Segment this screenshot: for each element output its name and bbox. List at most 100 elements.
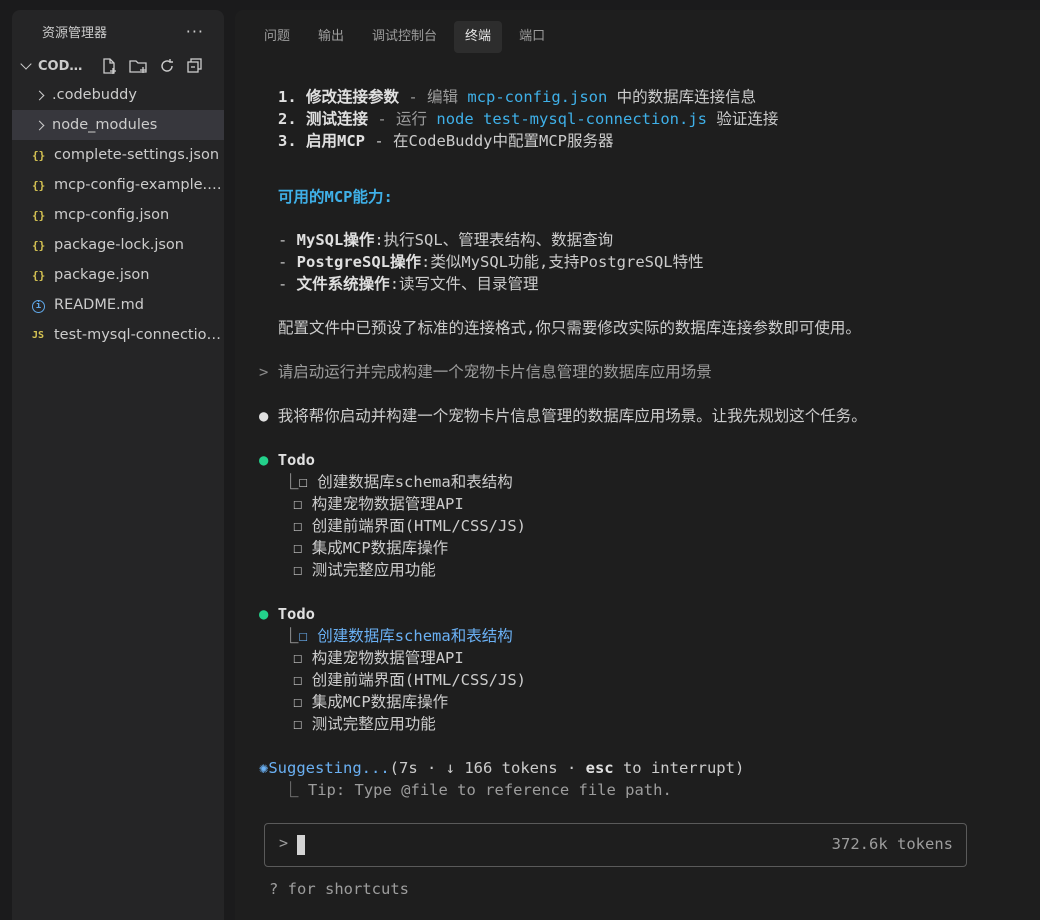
tab-debug-console[interactable]: 调试控制台 — [361, 21, 448, 53]
tree-item-label: mcp-config-example.json — [54, 177, 224, 193]
step-title: 修改连接参数 — [306, 88, 400, 106]
step-sep: - 编辑 — [399, 88, 468, 106]
suggesting-line: ✺Suggesting...(7s · ↓ 166 tokens · esc t… — [259, 757, 744, 779]
capabilities-heading: 可用的MCP能力: — [278, 188, 393, 206]
json-file-icon: {} — [32, 208, 46, 222]
todo-text: 创建前端界面(HTML/CSS/JS) — [311, 517, 527, 535]
workspace-folder[interactable]: CODE... — [12, 52, 224, 80]
step-number: 3. — [278, 132, 297, 150]
capability-name: MySQL操作 — [296, 231, 375, 249]
tree-item-test-mysql-connection[interactable]: JS test-mysql-connection.js — [12, 320, 224, 350]
step-rest: 中的数据库连接信息 — [607, 88, 757, 106]
todo-item: ☐ 测试完整应用功能 — [293, 713, 436, 735]
tab-ports[interactable]: 端口 — [508, 21, 556, 53]
tab-problems[interactable]: 问题 — [253, 21, 301, 53]
status-dot-icon: ● — [259, 451, 269, 469]
todo-item: ☐ 构建宠物数据管理API — [293, 647, 464, 669]
assistant-line: ● 我将帮你启动并构建一个宠物卡片信息管理的数据库应用场景。让我先规划这个任务。 — [259, 405, 867, 427]
explorer-header: 资源管理器 ··· — [12, 10, 224, 52]
tree-item-label: node_modules — [52, 117, 158, 133]
tab-terminal[interactable]: 终端 — [454, 21, 503, 53]
todo-text: 测试完整应用功能 — [311, 715, 436, 733]
step-code: mcp-config.json — [467, 88, 608, 106]
bottom-panel: 问题 输出 调试控制台 终端 端口 1. 修改连接参数 - 编辑 mcp-con… — [235, 10, 1040, 920]
todo-item: ☐ 创建前端界面(HTML/CSS/JS) — [293, 669, 526, 691]
step-title: 测试连接 — [306, 110, 369, 128]
spinner-icon: ✺ — [259, 759, 269, 777]
user-prompt-line: > 请启动运行并完成构建一个宠物卡片信息管理的数据库应用场景 — [259, 361, 712, 383]
tree-item-mcp-config[interactable]: {} mcp-config.json — [12, 200, 224, 230]
info-icon-glyph: i — [32, 299, 45, 313]
input-caret: > — [279, 834, 289, 852]
prompt-caret: > — [259, 363, 269, 381]
capability-desc: :读写文件、目录管理 — [389, 275, 539, 293]
json-file-icon: {} — [32, 268, 46, 282]
todo-text: 创建数据库schema和表结构 — [317, 473, 513, 491]
todo-item: ⎿☐ 创建数据库schema和表结构 — [283, 471, 513, 493]
chat-input[interactable]: > 372.6k tokens — [264, 823, 967, 867]
collapse-all-icon[interactable] — [186, 57, 204, 75]
checkbox-icon: ☐ — [293, 693, 303, 711]
workbench: 资源管理器 ··· CODE... .codebuddy node_module… — [0, 0, 1040, 920]
tip-text: Tip: Type @file to reference file path. — [307, 781, 672, 799]
status-dot-icon: ● — [259, 605, 269, 623]
todo-item: ☐ 构建宠物数据管理API — [293, 493, 464, 515]
json-file-icon: {} — [32, 178, 46, 192]
suggest-interrupt: to interrupt) — [613, 759, 745, 777]
shortcuts-hint: ? for shortcuts — [269, 880, 409, 898]
tree-branch-icon: ⎿ — [283, 473, 299, 491]
js-file-icon: JS — [32, 329, 45, 341]
step-code: node test-mysql-connection.js — [436, 110, 707, 128]
user-prompt-text: 请启动运行并完成构建一个宠物卡片信息管理的数据库应用场景 — [277, 363, 712, 381]
capability-line: - 文件系统操作:读写文件、目录管理 — [278, 275, 539, 293]
tree-item-package[interactable]: {} package.json — [12, 260, 224, 290]
checkbox-icon: ☐ — [298, 627, 308, 645]
todo-item: ☐ 测试完整应用功能 — [293, 559, 436, 581]
todo-item: ☐ 创建前端界面(HTML/CSS/JS) — [293, 515, 526, 537]
tree-item-readme[interactable]: i README.md — [12, 290, 224, 320]
step-sep: - 在CodeBuddy中配置MCP服务器 — [365, 132, 614, 150]
tree-item-node-modules[interactable]: node_modules — [12, 110, 224, 140]
token-count: 372.6k tokens — [831, 835, 953, 853]
tree-branch-icon: ⎿ — [283, 627, 299, 645]
explorer-sidebar: 资源管理器 ··· CODE... .codebuddy node_module… — [12, 10, 224, 920]
checkbox-icon: ☐ — [298, 473, 308, 491]
bullet-icon: ● — [259, 407, 269, 425]
chevron-right-icon — [34, 90, 45, 100]
more-actions-icon[interactable]: ··· — [186, 22, 204, 41]
tab-output[interactable]: 输出 — [307, 21, 355, 53]
tree-item-label: mcp-config.json — [54, 207, 170, 223]
json-file-icon: {} — [32, 148, 46, 162]
tree-item-package-lock[interactable]: {} package-lock.json — [12, 230, 224, 260]
checkbox-icon: ☐ — [293, 561, 303, 579]
capability-desc: :执行SQL、管理表结构、数据查询 — [374, 231, 614, 249]
todo-text: 集成MCP数据库操作 — [311, 693, 449, 711]
chevron-right-icon — [34, 120, 45, 130]
tree-item-mcp-config-example[interactable]: {} mcp-config-example.json — [12, 170, 224, 200]
todo-header: ● Todo — [259, 603, 315, 625]
tip-line: ⎿ Tip: Type @file to reference file path… — [283, 779, 672, 801]
new-file-icon[interactable] — [100, 57, 118, 75]
checkbox-icon: ☐ — [293, 495, 303, 513]
capability-line: - PostgreSQL操作:类似MySQL功能,支持PostgreSQL特性 — [278, 253, 704, 271]
tree-item-codebuddy[interactable]: .codebuddy — [12, 80, 224, 110]
capability-name: 文件系统操作 — [296, 275, 390, 293]
new-folder-icon[interactable] — [128, 57, 148, 75]
capability-line: - MySQL操作:执行SQL、管理表结构、数据查询 — [278, 231, 614, 249]
capability-desc: :类似MySQL功能,支持PostgreSQL特性 — [421, 253, 704, 271]
suggest-meta: (7s · ↓ 166 tokens · — [389, 759, 586, 777]
tree-item-complete-settings[interactable]: {} complete-settings.json — [12, 140, 224, 170]
tree-item-label: test-mysql-connection.js — [54, 327, 224, 343]
todo-text: 创建前端界面(HTML/CSS/JS) — [311, 671, 527, 689]
todo-text: 构建宠物数据管理API — [311, 495, 464, 513]
explorer-title: 资源管理器 — [42, 25, 108, 41]
workspace-folder-name: CODE... — [38, 58, 90, 74]
todo-item-active: ⎿☐ 创建数据库schema和表结构 — [283, 625, 513, 647]
info-file-icon: i — [32, 298, 54, 313]
refresh-icon[interactable] — [158, 57, 176, 75]
todo-label: Todo — [277, 605, 316, 623]
panel-tabs: 问题 输出 调试控制台 终端 端口 — [253, 20, 556, 54]
assistant-text: 我将帮你启动并构建一个宠物卡片信息管理的数据库应用场景。让我先规划这个任务。 — [277, 407, 867, 425]
summary-line: 配置文件中已预设了标准的连接格式,你只需要修改实际的数据库连接参数即可使用。 — [278, 319, 861, 337]
capability-name: PostgreSQL操作 — [296, 253, 421, 271]
